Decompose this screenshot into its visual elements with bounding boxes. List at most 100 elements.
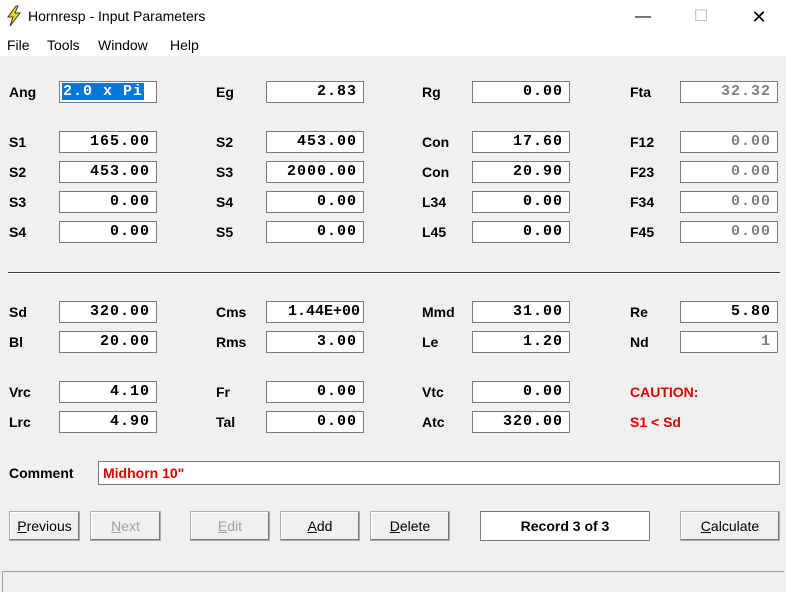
label-vtc: Vtc (422, 384, 444, 400)
menu-window[interactable]: Window (98, 37, 148, 53)
f23-field: 0.00 (680, 161, 778, 183)
caution-title: CAUTION: (630, 384, 699, 400)
calculate-accel: C (700, 518, 711, 534)
label-s3-right: S3 (216, 164, 234, 180)
delete-accel: D (389, 518, 400, 534)
s1-field[interactable]: 165.00 (59, 131, 157, 153)
label-s4-right: S4 (216, 194, 234, 210)
comment-field[interactable]: Midhorn 10" (98, 461, 780, 485)
label-rms: Rms (216, 334, 247, 350)
edit-label: dit (227, 518, 243, 534)
add-accel: A (307, 518, 317, 534)
atc-field[interactable]: 320.00 (472, 411, 570, 433)
next-label: ext (121, 518, 140, 534)
calculate-label: alculate (710, 518, 760, 534)
label-tal: Tal (216, 414, 236, 430)
con-2-field[interactable]: 20.90 (472, 161, 570, 183)
calculate-button[interactable]: Calculate (680, 511, 780, 541)
s5-field[interactable]: 0.00 (266, 221, 364, 243)
menu-file[interactable]: File (7, 37, 30, 53)
label-s5: S5 (216, 224, 234, 240)
f34-field: 0.00 (680, 191, 778, 213)
record-indicator: Record 3 of 3 (480, 511, 650, 541)
sd-field[interactable]: 320.00 (59, 301, 157, 323)
status-bar (2, 571, 784, 592)
label-rg: Rg (422, 84, 441, 100)
label-con-2: Con (422, 164, 450, 180)
s3-right-field[interactable]: 2000.00 (266, 161, 364, 183)
delete-button[interactable]: Delete (370, 511, 450, 541)
menu-help[interactable]: Help (170, 37, 199, 53)
lrc-field[interactable]: 4.90 (59, 411, 157, 433)
re-field[interactable]: 5.80 (680, 301, 778, 323)
label-s2-left: S2 (9, 164, 27, 180)
rg-field[interactable]: 0.00 (472, 81, 570, 103)
window-title: Hornresp - Input Parameters (28, 8, 206, 24)
nd-field: 1 (680, 331, 778, 353)
label-s3-left: S3 (9, 194, 27, 210)
f45-field: 0.00 (680, 221, 778, 243)
delete-label: elete (399, 518, 431, 534)
le-field[interactable]: 1.20 (472, 331, 570, 353)
edit-accel: E (217, 518, 228, 534)
edit-button[interactable]: Edit (190, 511, 270, 541)
label-s2-right: S2 (216, 134, 234, 150)
caution-message: S1 < Sd (630, 414, 681, 430)
menu-bar: File Tools Window Help (0, 34, 786, 56)
label-vrc: Vrc (9, 384, 31, 400)
l45-field[interactable]: 0.00 (472, 221, 570, 243)
label-atc: Atc (422, 414, 445, 430)
close-button[interactable]: ✕ (736, 0, 782, 34)
rms-field[interactable]: 3.00 (266, 331, 364, 353)
label-mmd: Mmd (422, 304, 455, 320)
label-sd: Sd (9, 304, 27, 320)
fta-field: 32.32 (680, 81, 778, 103)
label-con-1: Con (422, 134, 450, 150)
next-accel: N (111, 518, 122, 534)
eg-field[interactable]: 2.83 (266, 81, 364, 103)
label-fta: Fta (630, 84, 651, 100)
s2-left-field[interactable]: 453.00 (59, 161, 157, 183)
s2-right-field[interactable]: 453.00 (266, 131, 364, 153)
add-button[interactable]: Add (280, 511, 360, 541)
cms-field[interactable]: 1.44E+00 (266, 301, 364, 323)
section-divider (8, 272, 780, 274)
ang-field[interactable]: 2.0 x Pi (59, 81, 157, 103)
s4-left-field[interactable]: 0.00 (59, 221, 157, 243)
add-label: dd (316, 518, 333, 534)
menu-tools[interactable]: Tools (47, 37, 80, 53)
next-button[interactable]: Next (90, 511, 161, 541)
con-1-field[interactable]: 17.60 (472, 131, 570, 153)
vrc-field[interactable]: 4.10 (59, 381, 157, 403)
label-nd: Nd (630, 334, 649, 350)
previous-button[interactable]: Previous (9, 511, 80, 541)
label-fr: Fr (216, 384, 230, 400)
fr-field[interactable]: 0.00 (266, 381, 364, 403)
lightning-bolt-icon (7, 5, 22, 27)
bl-field[interactable]: 20.00 (59, 331, 157, 353)
label-re: Re (630, 304, 648, 320)
label-ang: Ang (9, 84, 37, 100)
label-f34: F34 (630, 194, 655, 210)
previous-accel: P (17, 518, 27, 534)
label-l34: L34 (422, 194, 447, 210)
label-s4-left: S4 (9, 224, 27, 240)
minimize-button[interactable]: — (620, 0, 666, 34)
label-f23: F23 (630, 164, 655, 180)
tal-field[interactable]: 0.00 (266, 411, 364, 433)
s4-right-field[interactable]: 0.00 (266, 191, 364, 213)
label-lrc: Lrc (9, 414, 31, 430)
title-bar: Hornresp - Input Parameters — ☐ ✕ (0, 0, 786, 34)
label-f45: F45 (630, 224, 655, 240)
label-le: Le (422, 334, 439, 350)
mmd-field[interactable]: 31.00 (472, 301, 570, 323)
f12-field: 0.00 (680, 131, 778, 153)
ang-value: 2.0 x Pi (62, 83, 145, 100)
l34-field[interactable]: 0.00 (472, 191, 570, 213)
maximize-button[interactable]: ☐ (678, 0, 724, 34)
s3-left-field[interactable]: 0.00 (59, 191, 157, 213)
label-l45: L45 (422, 224, 447, 240)
label-bl: Bl (9, 334, 23, 350)
previous-label: revious (26, 518, 72, 534)
vtc-field[interactable]: 0.00 (472, 381, 570, 403)
